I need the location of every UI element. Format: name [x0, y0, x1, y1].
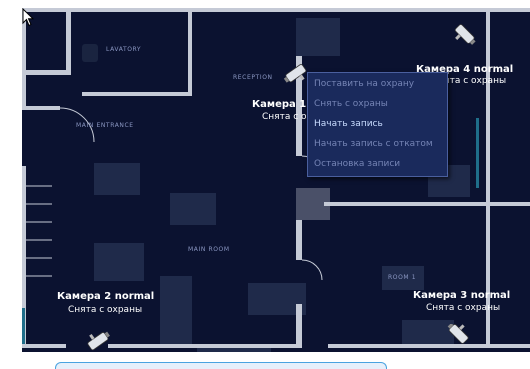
- menu-item-arm[interactable]: Поставить на охрану: [314, 79, 414, 89]
- camera-1-title: Камера 1: [252, 99, 307, 110]
- floor-plan: LAVATORY RECEPTION MAIN ENTRANCE MAIN RO…: [22, 8, 530, 368]
- staircase: [26, 185, 52, 277]
- camera-1-status: Снята с о: [262, 112, 307, 122]
- camera-3-title: Камера 3 normal: [413, 290, 511, 301]
- menu-item-start-recording-rollback[interactable]: Начать запись с откатом: [314, 139, 433, 149]
- menu-item-stop-recording[interactable]: Остановка записи: [314, 159, 400, 169]
- menu-item-disarm[interactable]: Снять с охраны: [314, 99, 388, 109]
- camera-3-icon[interactable]: [444, 324, 474, 346]
- camera-4-icon[interactable]: [450, 24, 480, 46]
- camera-3-status: Снята с охраны: [426, 303, 501, 313]
- camera-2-title: Камера 2 normal: [57, 291, 155, 302]
- room-label-room1: ROOM 1: [388, 274, 417, 281]
- camera-2-icon[interactable]: [84, 330, 114, 352]
- room-label-reception: RECEPTION: [233, 74, 273, 81]
- camera-context-menu: Поставить на охрану Снять с охраны Начат…: [307, 72, 448, 177]
- camera-2-status: Снята с охраны: [68, 305, 143, 315]
- room-label-main-room: MAIN ROOM: [188, 246, 230, 253]
- room-label-lavatory: LAVATORY: [106, 46, 142, 53]
- menu-item-start-recording[interactable]: Начать запись: [314, 119, 383, 129]
- room-label-main-entrance: MAIN ENTRANCE: [76, 122, 134, 129]
- mouse-cursor-icon: [22, 8, 34, 27]
